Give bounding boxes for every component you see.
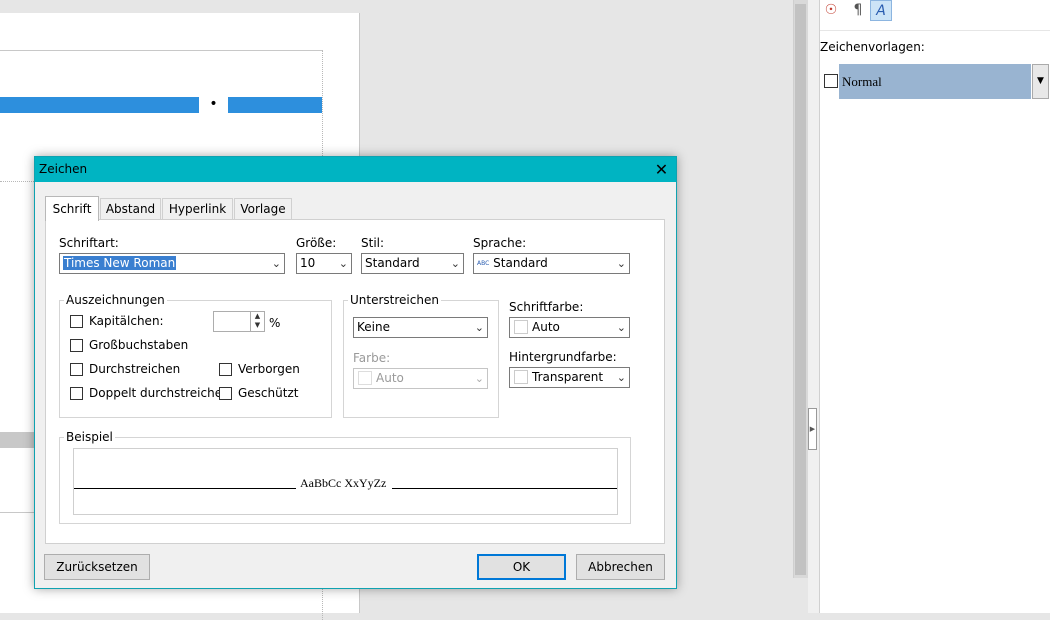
geschuetzt-label: Geschützt (238, 386, 299, 400)
hintergrundfarbe-label: Hintergrundfarbe: (509, 350, 617, 364)
preview-sample-text: AaBbCc XxYyZz (300, 476, 387, 490)
unterstreichen-group: Unterstreichen Keine ⌄ Farbe: Auto ⌄ (343, 293, 499, 418)
sidebar-separator (820, 30, 1050, 31)
document-boundary-line (0, 181, 34, 182)
sidebar-toolbar: ☉ ¶ A (820, 0, 1050, 22)
dialog-titlebar[interactable]: Zeichen ✕ (35, 157, 676, 182)
document-paragraph-marker: • (199, 97, 228, 113)
dialog-title: Zeichen (39, 162, 88, 176)
doppelt-durchstreichen-checkbox[interactable] (70, 387, 83, 400)
durchstreichen-checkbox[interactable] (70, 363, 83, 376)
chevron-down-icon: ⌄ (338, 257, 348, 270)
schriftfarbe-label: Schriftfarbe: (509, 300, 584, 314)
groesse-value: 10 (300, 256, 316, 270)
schriftart-combo[interactable]: Times New Roman ⌄ (59, 253, 285, 274)
beispiel-group: Beispiel AaBbCc XxYyZz (59, 430, 631, 524)
schriftfarbe-combo[interactable]: Auto ⌄ (509, 317, 630, 338)
ok-button-label: OK (512, 560, 531, 574)
chevron-down-icon: ⌄ (616, 371, 626, 384)
grossbuchstaben-checkbox[interactable] (70, 339, 83, 352)
font-preview: AaBbCc XxYyZz (73, 448, 618, 515)
paragraph-styles-icon[interactable]: ¶ (847, 0, 869, 21)
geschuetzt-checkbox[interactable] (219, 387, 232, 400)
sprache-value: Standard (493, 256, 548, 270)
unterstreichen-value: Keine (357, 320, 390, 334)
tab-abstand[interactable]: Abstand (100, 198, 161, 220)
style-item-checkbox[interactable] (824, 74, 838, 88)
doppelt-durchstreichen-label: Doppelt durchstreichen (89, 386, 230, 400)
chevron-down-icon: ⌄ (616, 321, 626, 334)
tab-vorlage[interactable]: Vorlage (234, 198, 292, 220)
color-swatch-icon (514, 370, 528, 384)
unterstreichen-farbe-label: Farbe: (353, 351, 391, 365)
durchstreichen-label: Durchstreichen (89, 362, 181, 376)
cancel-button-label: Abbrechen (588, 560, 653, 574)
grossbuchstaben-label: Großbuchstaben (89, 338, 189, 352)
color-swatch-icon (514, 320, 528, 334)
document-grey-block (0, 432, 34, 448)
groesse-combo[interactable]: 10 ⌄ (296, 253, 352, 274)
unterstreichen-farbe-value: Auto (376, 371, 404, 385)
beispiel-title: Beispiel (64, 430, 115, 444)
document-selection-highlight[interactable] (0, 97, 322, 113)
unterstreichen-farbe-combo: Auto ⌄ (353, 368, 488, 389)
schriftfarbe-value: Auto (532, 320, 560, 334)
tab-hyperlink[interactable]: Hyperlink (162, 198, 233, 220)
character-dialog: Zeichen ✕ Schrift Abstand Hyperlink Vorl… (34, 156, 677, 589)
verborgen-checkbox[interactable] (219, 363, 232, 376)
sprache-label: Sprache: (473, 236, 527, 250)
groesse-label: Größe: (296, 236, 337, 250)
chevron-down-icon: ⌄ (474, 321, 484, 334)
auszeichnungen-group: Auszeichnungen Kapitälchen: ▲ ▼ % Großbuc… (59, 293, 332, 418)
hintergrundfarbe-combo[interactable]: Transparent ⌄ (509, 367, 630, 388)
chevron-down-icon: ⌄ (474, 372, 484, 385)
tab-schrift[interactable]: Schrift (45, 196, 99, 221)
character-styles-icon[interactable]: A (870, 0, 892, 21)
chevron-down-icon: ⌄ (271, 257, 281, 270)
preview-baseline-left (74, 488, 296, 489)
spellcheck-icon: ABC (477, 260, 490, 267)
stil-label: Stil: (361, 236, 385, 250)
sidebar-splitter[interactable] (808, 0, 820, 613)
sidebar-collapse-handle[interactable]: ▶ (808, 408, 817, 450)
style-item-dropdown[interactable]: ▼ (1032, 64, 1049, 99)
navigator-icon[interactable]: ☉ (820, 0, 842, 21)
cancel-button[interactable]: Abbrechen (576, 554, 665, 580)
kapitaelchen-checkbox[interactable] (70, 315, 83, 328)
sidebar-title: Zeichenvorlagen: (820, 40, 925, 54)
sprache-combo[interactable]: ABC Standard ⌄ (473, 253, 630, 274)
stil-combo[interactable]: Standard ⌄ (361, 253, 464, 274)
percent-label: % (269, 316, 281, 330)
document-line (0, 512, 34, 513)
unterstreichen-combo[interactable]: Keine ⌄ (353, 317, 488, 338)
hintergrundfarbe-value: Transparent (532, 370, 604, 384)
schriftart-label: Schriftart: (59, 236, 119, 250)
reset-button-label: Zurücksetzen (56, 560, 138, 574)
schriftart-value: Times New Roman (63, 256, 177, 270)
kapitaelchen-spinner[interactable]: ▲ ▼ (213, 311, 265, 332)
color-swatch-icon (358, 371, 372, 385)
reset-button[interactable]: Zurücksetzen (44, 554, 150, 580)
verborgen-label: Verborgen (238, 362, 300, 376)
stil-value: Standard (365, 256, 420, 270)
ok-button[interactable]: OK (477, 554, 566, 580)
vertical-scrollbar-thumb[interactable] (795, 4, 806, 575)
spinner-arrows-icon[interactable]: ▲ ▼ (250, 312, 264, 331)
unterstreichen-title: Unterstreichen (348, 293, 441, 307)
kapitaelchen-label: Kapitälchen: (89, 314, 164, 328)
tab-panel-schrift: Schriftart: Times New Roman ⌄ Größe: 10 … (45, 219, 665, 544)
chevron-down-icon: ⌄ (616, 257, 626, 270)
preview-baseline-right (392, 488, 617, 489)
auszeichnungen-title: Auszeichnungen (64, 293, 167, 307)
style-item-normal[interactable]: Normal (839, 64, 1031, 99)
close-icon[interactable]: ✕ (647, 157, 676, 182)
chevron-down-icon: ⌄ (450, 257, 460, 270)
